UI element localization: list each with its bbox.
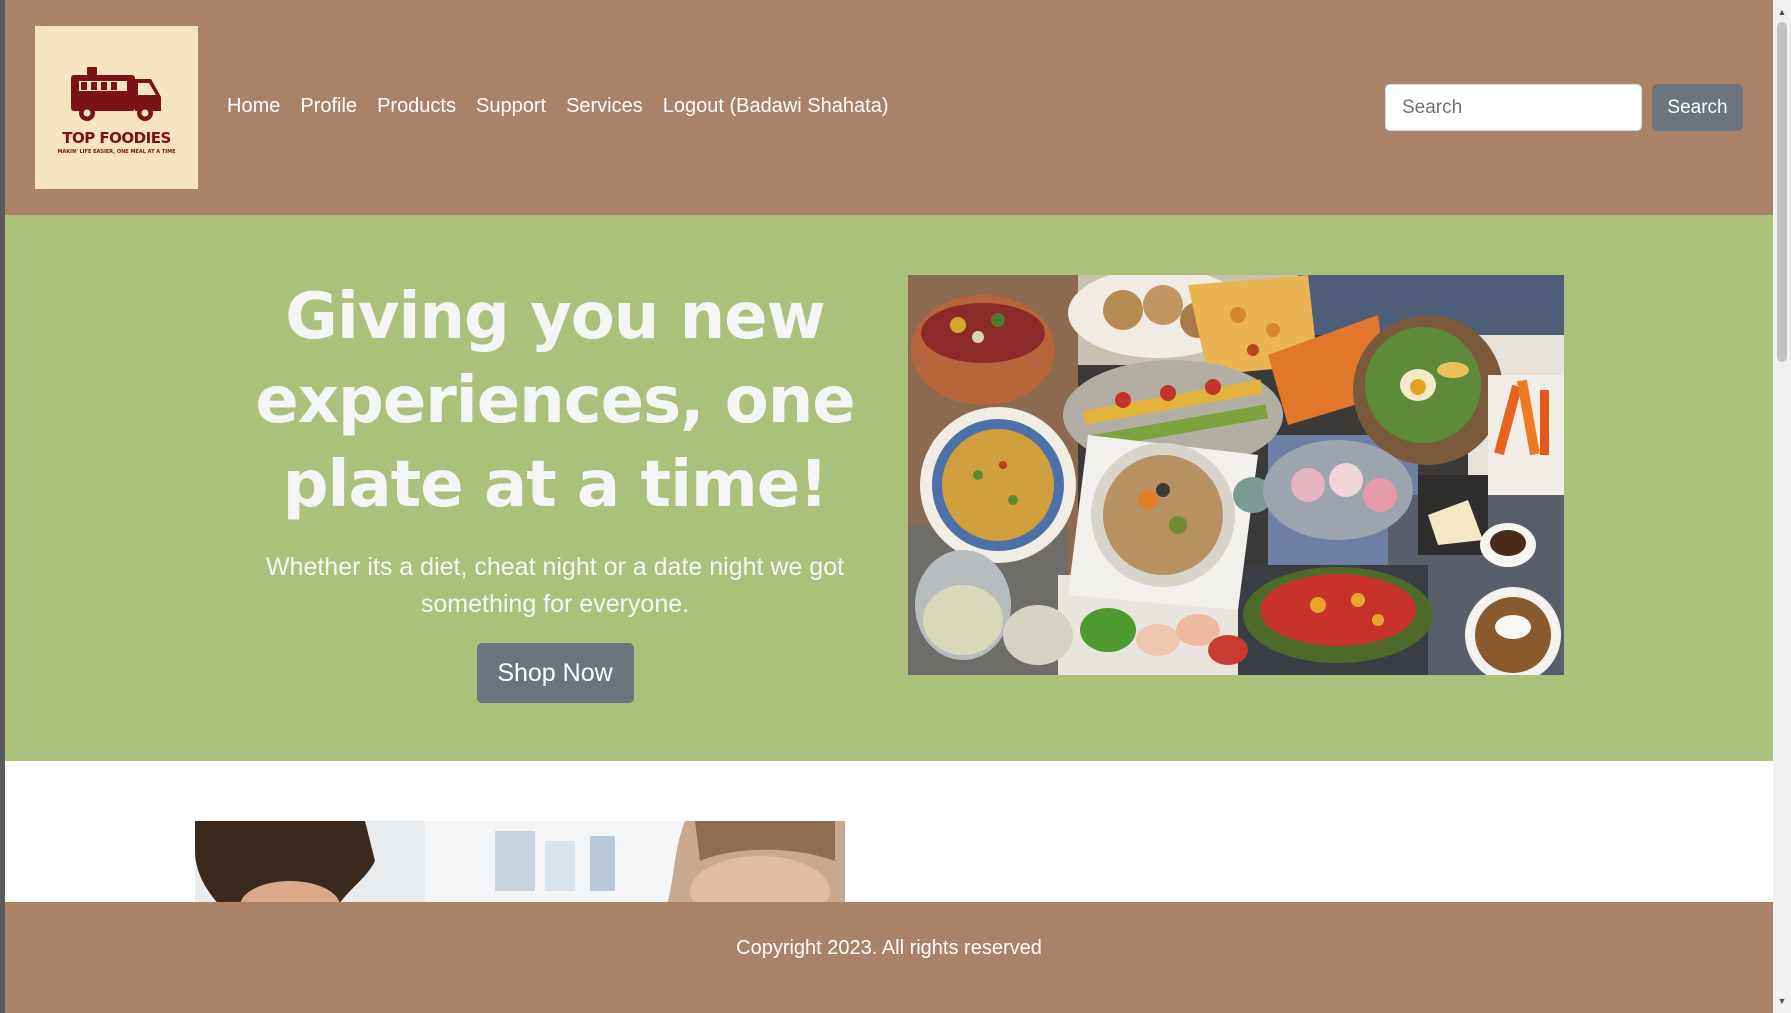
- hero-title: Giving you new experiences, one plate at…: [255, 280, 855, 522]
- brand-logo[interactable]: TOP FOODIES MAKIN' LIFE EASIER, ONE MEAL…: [35, 26, 198, 189]
- nav-logout[interactable]: Logout (Badawi Shahata): [663, 95, 889, 118]
- search-input[interactable]: [1385, 84, 1642, 131]
- nav-products[interactable]: Products: [377, 95, 456, 118]
- logo-tagline: MAKIN' LIFE EASIER, ONE MEAL AT A TIME: [57, 148, 176, 155]
- nav-services[interactable]: Services: [566, 95, 643, 118]
- scrollbar-thumb[interactable]: [1777, 22, 1787, 362]
- nav-home[interactable]: Home: [227, 95, 280, 118]
- logo-title: TOP FOODIES: [62, 128, 171, 147]
- food-collage-image: [908, 275, 1564, 675]
- hero-section: Giving you new experiences, one plate at…: [5, 215, 1773, 761]
- shop-now-button[interactable]: Shop Now: [476, 643, 634, 703]
- nav-support[interactable]: Support: [476, 95, 546, 118]
- main-nav: Home Profile Products Support Services L…: [227, 95, 908, 118]
- hero-subtitle: Whether its a diet, cheat night or a dat…: [265, 553, 845, 618]
- food-truck-icon: [70, 66, 161, 121]
- copyright-text: Copyright 2023. All rights reserved: [736, 937, 1042, 959]
- team-photo-image: [195, 821, 845, 911]
- nav-profile[interactable]: Profile: [300, 95, 357, 118]
- footer: Copyright 2023. All rights reserved: [5, 902, 1773, 1013]
- vertical-scrollbar[interactable]: ▲ ▼: [1773, 0, 1791, 1013]
- search-button[interactable]: Search: [1652, 84, 1743, 131]
- scroll-down-arrow-icon[interactable]: ▼: [1773, 993, 1791, 1009]
- hero-text: Giving you new experiences, one plate at…: [205, 275, 905, 703]
- scroll-up-arrow-icon[interactable]: ▲: [1773, 4, 1791, 20]
- navbar: TOP FOODIES MAKIN' LIFE EASIER, ONE MEAL…: [5, 0, 1773, 215]
- page-viewport: TOP FOODIES MAKIN' LIFE EASIER, ONE MEAL…: [5, 0, 1773, 1013]
